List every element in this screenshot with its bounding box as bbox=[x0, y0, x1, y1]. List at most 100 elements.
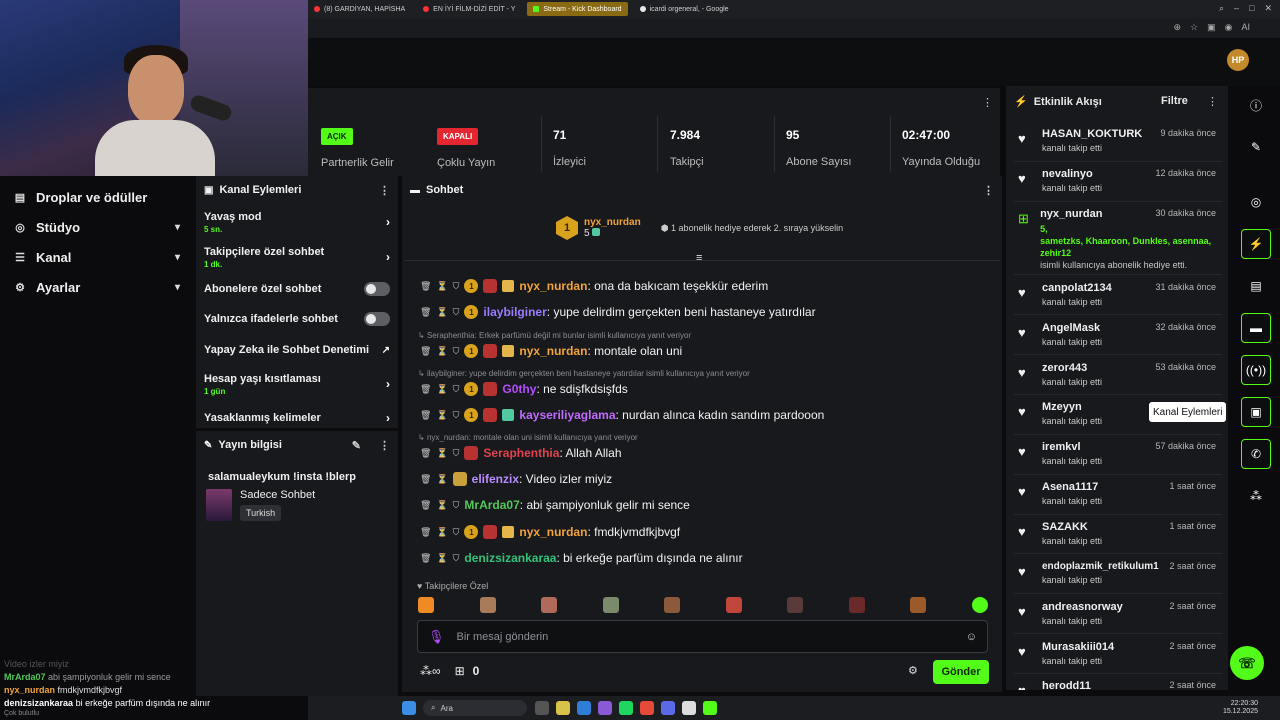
timeout-icon[interactable]: ⏳ bbox=[436, 448, 447, 459]
status-badge[interactable]: AÇIK bbox=[321, 128, 353, 145]
ai-label[interactable]: AI bbox=[1241, 22, 1250, 33]
ban-icon[interactable]: ⛉ bbox=[453, 281, 460, 292]
delete-icon[interactable]: 🗑 bbox=[420, 553, 431, 564]
emote-icon[interactable] bbox=[418, 597, 434, 613]
emote-icon[interactable] bbox=[787, 597, 804, 613]
focus-icon[interactable]: ◎ bbox=[1241, 187, 1271, 217]
chat-username[interactable]: nyx_nurdan bbox=[519, 525, 587, 539]
browser-tab-active[interactable]: Stream - Kick Dashboard bbox=[527, 2, 628, 16]
browser-tab[interactable]: (8) GARDİYAN, HAPİSHA bbox=[308, 2, 411, 16]
emote-icon[interactable] bbox=[602, 597, 619, 613]
emote-icon[interactable] bbox=[848, 597, 865, 613]
delete-icon[interactable]: 🗑 bbox=[420, 281, 431, 292]
nav-studio[interactable]: ◎ Stüdyo ▾ bbox=[0, 212, 194, 242]
delete-icon[interactable]: 🗑 bbox=[420, 384, 431, 395]
chat-message[interactable]: 🗑 ⏳ ⛉ MrArda07: abi şampiyonluk gelir mi s… bbox=[420, 498, 690, 512]
emote-icon[interactable] bbox=[910, 597, 927, 613]
ban-icon[interactable]: ⛉ bbox=[453, 448, 460, 459]
delete-icon[interactable]: 🗑 bbox=[420, 448, 431, 459]
filter-button[interactable]: Filtre bbox=[1161, 95, 1188, 107]
emote-icon[interactable] bbox=[541, 597, 558, 613]
ban-icon[interactable]: ⛉ bbox=[453, 346, 460, 357]
broadcast-icon[interactable]: ((•)) bbox=[1241, 355, 1271, 385]
chat-username[interactable]: G0thy bbox=[502, 382, 536, 396]
maximize-icon[interactable]: □ bbox=[1249, 3, 1254, 14]
mic-icon[interactable]: 🎙 bbox=[428, 629, 445, 645]
chat-username[interactable]: ilaybilginer bbox=[483, 305, 546, 319]
explorer-icon[interactable] bbox=[556, 701, 570, 715]
community-icon[interactable]: ⁂ bbox=[1241, 481, 1271, 511]
more-icon[interactable]: ⋮ bbox=[983, 184, 994, 197]
timeout-icon[interactable]: ⏳ bbox=[436, 500, 447, 511]
status-badge[interactable]: KAPALI bbox=[437, 128, 479, 145]
timeout-icon[interactable]: ⏳ bbox=[436, 307, 447, 318]
collapse-icon[interactable]: ≡ bbox=[696, 252, 702, 264]
chat-message[interactable]: 🗑 ⏳ ⛉ 1 nyx_nurdan: ona da bakıcam teşekkü… bbox=[420, 279, 768, 293]
info-icon[interactable]: ⓘ bbox=[1241, 90, 1271, 120]
chat-toggle-icon[interactable]: ▬ bbox=[1241, 313, 1271, 343]
app-icon[interactable] bbox=[598, 701, 612, 715]
chat-input[interactable]: 🎙 Bir mesaj gönderin ☺ bbox=[417, 620, 988, 653]
notes-icon[interactable]: ▤ bbox=[1241, 271, 1271, 301]
extensions-icon[interactable]: ▣ bbox=[1207, 22, 1216, 33]
windows-start-icon[interactable] bbox=[402, 701, 416, 715]
chat-message[interactable]: 🗑 ⏳ ⛉ 1 ilaybilginer: yupe delirdim gerçek… bbox=[420, 305, 816, 319]
ai-moderation-item[interactable]: Yapay Zeka ile Sohbet Denetimi ↗ bbox=[196, 334, 398, 366]
nav-settings[interactable]: ⚙ Ayarlar ▾ bbox=[0, 272, 194, 302]
minimize-icon[interactable]: – bbox=[1234, 3, 1239, 14]
banned-words-item[interactable]: Yasaklanmış kelimeler › bbox=[196, 402, 398, 428]
chat-settings-icon[interactable]: ⚙ bbox=[908, 664, 918, 677]
chat-username[interactable]: nyx_nurdan bbox=[519, 344, 587, 358]
channel-logo[interactable]: HP bbox=[1227, 49, 1249, 71]
ban-icon[interactable]: ⛉ bbox=[453, 527, 460, 538]
delete-icon[interactable]: 🗑 bbox=[420, 527, 431, 538]
emote-only-toggle[interactable] bbox=[364, 312, 390, 326]
task-view-icon[interactable] bbox=[535, 701, 549, 715]
chrome-icon[interactable] bbox=[640, 701, 654, 715]
send-button[interactable]: Gönder bbox=[933, 660, 989, 684]
timeout-icon[interactable]: ⏳ bbox=[436, 553, 447, 564]
browser-tab[interactable]: icardi orgeneral, - Google bbox=[634, 2, 735, 16]
chat-username[interactable]: nyx_nurdan bbox=[519, 279, 587, 293]
edit-icon[interactable]: ✎ bbox=[1241, 132, 1271, 162]
taskbar-search[interactable]: ⌕ Ara bbox=[423, 700, 527, 716]
app-icon[interactable] bbox=[682, 701, 696, 715]
delete-icon[interactable]: 🗑 bbox=[420, 500, 431, 511]
chat-message[interactable]: 🗑 ⏳ ⛉ 1 nyx_nurdan: montale olan uni bbox=[420, 344, 682, 358]
chat-username[interactable]: MrArda07 bbox=[464, 498, 519, 512]
edit-icon[interactable]: ✎ bbox=[352, 439, 361, 452]
chat-username[interactable]: denizsizankaraa bbox=[464, 551, 556, 565]
emote-icon[interactable] bbox=[725, 597, 742, 613]
search-icon[interactable]: ⌕ bbox=[1219, 3, 1224, 14]
ban-icon[interactable]: ⛉ bbox=[453, 500, 460, 511]
taskbar-clock[interactable]: 22:20:30 15.12.2025 bbox=[1223, 700, 1258, 716]
gift-leaderboard[interactable]: 1 nyx_nurdan 5 ⬢ 1 abonelik hediye edere… bbox=[556, 216, 843, 240]
emote-icon[interactable] bbox=[479, 597, 496, 613]
more-icon[interactable]: ⋮ bbox=[1207, 95, 1218, 108]
zoom-icon[interactable]: ⊕ bbox=[1173, 22, 1181, 33]
support-button[interactable]: ☏ bbox=[1230, 646, 1264, 680]
emote-icon[interactable] bbox=[971, 597, 988, 613]
category-thumbnail[interactable] bbox=[206, 489, 232, 521]
chat-message[interactable]: 🗑 ⏳ ⛉ denizsizankaraa: bi erkeğe parfüm dı… bbox=[420, 551, 743, 565]
delete-icon[interactable]: 🗑 bbox=[420, 474, 431, 485]
more-icon[interactable]: ⋮ bbox=[379, 439, 390, 452]
chat-message[interactable]: 🗑 ⏳ ⛉ Seraphenthia: Allah Allah bbox=[420, 446, 622, 460]
quick-action-bolt-icon[interactable]: ⚡ bbox=[1241, 229, 1271, 259]
timeout-icon[interactable]: ⏳ bbox=[436, 474, 447, 485]
ban-icon[interactable]: ⛉ bbox=[453, 384, 460, 395]
chat-username[interactable]: kayseriliyaglama bbox=[519, 408, 615, 422]
chat-message[interactable]: 🗑 ⏳ ⛉ 1 kayseriliyaglama: nurdan alınca ka… bbox=[420, 408, 824, 422]
chat-username[interactable]: Seraphenthia bbox=[483, 446, 559, 460]
account-age-item[interactable]: Hesap yaşı kısıtlaması 1 gün › bbox=[196, 366, 398, 402]
gift-box-icon[interactable]: ⊞ bbox=[455, 664, 465, 678]
timeout-icon[interactable]: ⏳ bbox=[436, 410, 447, 421]
chat-username[interactable]: elifenzix bbox=[472, 472, 519, 486]
nav-drops[interactable]: ▤ Droplar ve ödüller bbox=[0, 182, 194, 212]
kick-icon[interactable] bbox=[703, 701, 717, 715]
star-icon[interactable]: ☆ bbox=[1190, 22, 1198, 33]
browser-tab[interactable]: EN İYİ FİLM-DİZİ EDİT - Y bbox=[417, 2, 521, 16]
timeout-icon[interactable]: ⏳ bbox=[436, 346, 447, 357]
delete-icon[interactable]: 🗑 bbox=[420, 307, 431, 318]
timeout-icon[interactable]: ⏳ bbox=[436, 384, 447, 395]
